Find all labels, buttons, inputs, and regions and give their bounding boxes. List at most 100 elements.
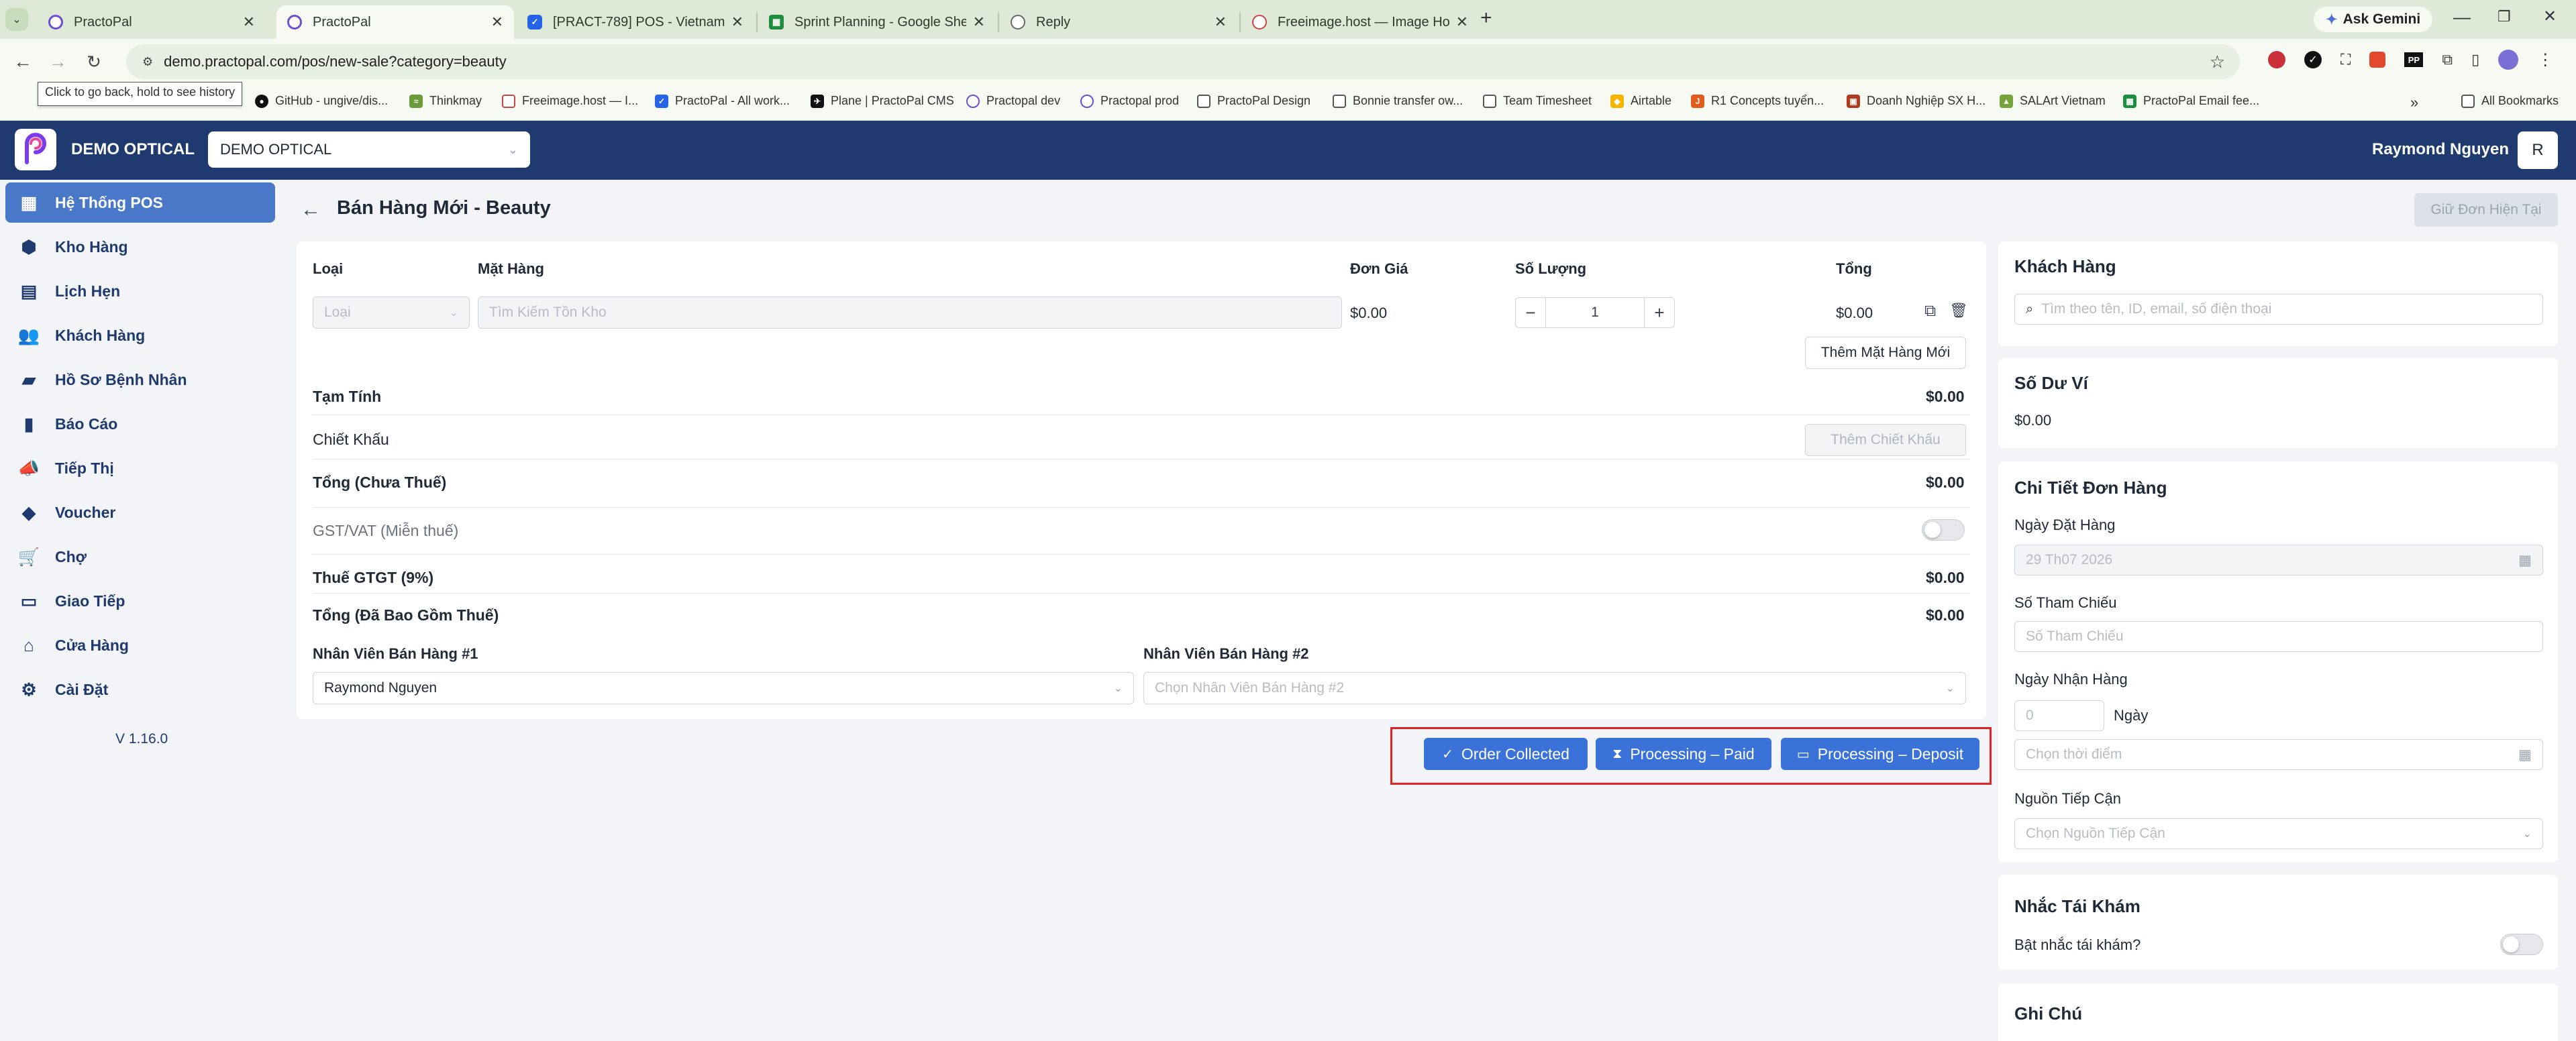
back-arrow-icon[interactable]: ← [9,48,36,75]
org-select[interactable]: DEMO OPTICAL ⌄ [208,131,530,168]
sidebar-item[interactable]: ▦ Hệ Thống POS [5,182,275,223]
back-arrow-icon[interactable]: ← [301,199,321,221]
sidebar-item[interactable]: ⬢ Kho Hàng [5,227,275,267]
sidebar-panel-icon[interactable]: ▯ [2471,51,2479,68]
sidebar-item[interactable]: ▰ Hồ Sơ Bệnh Nhân [5,360,275,400]
bookmark-item[interactable]: Practopal prod [1080,94,1179,108]
extension-flag-icon[interactable] [2369,52,2386,68]
close-tab-icon[interactable]: ✕ [491,13,503,31]
browser-tab[interactable]: PractoPal ✕ [38,5,266,39]
recall-toggle[interactable] [2500,934,2543,955]
profile-avatar-icon[interactable] [2498,50,2519,70]
order-collected-button[interactable]: ✓ Order Collected [1424,738,1588,770]
bookmark-item[interactable]: Freeimage.host — I... [502,94,638,108]
tab-title: Reply [1036,14,1071,30]
customer-search-input[interactable]: ⌕ Tìm theo tên, ID, email, số điện thoại [2014,294,2543,325]
processing-deposit-button[interactable]: ▭ Processing – Deposit [1781,738,1979,770]
browser-tab[interactable]: Reply ✕ [1000,5,1237,39]
close-window-icon[interactable]: ✕ [2543,7,2557,26]
avatar[interactable]: R [2518,131,2558,169]
quantity-decrement-button[interactable]: − [1515,297,1546,328]
type-select[interactable]: Loại ⌄ [313,296,470,329]
browser-tab[interactable]: ▦ Sprint Planning - Google Sheets ✕ [758,5,996,39]
staff1-select[interactable]: Raymond Nguyen ⌄ [313,672,1134,704]
bookmark-item[interactable]: J R1 Concepts tuyển... [1691,94,1824,108]
extensions-puzzle-icon[interactable]: ⧉ [2442,51,2453,68]
forward-arrow-icon[interactable]: → [44,48,71,75]
bookmark-item[interactable]: PractoPal Design [1197,94,1310,108]
extension-pp-icon[interactable]: PP [2404,52,2424,67]
sidebar-item[interactable]: ◆ Voucher [5,492,275,533]
browser-tab[interactable]: Freeimage.host — Image Hosting ✕ [1241,5,1479,39]
sidebar-item[interactable]: ⚙ Cài Đặt [5,669,275,710]
close-tab-icon[interactable]: ✕ [1456,13,1468,31]
subtotal-value: $0.00 [1926,388,1965,405]
site-info-icon[interactable]: ⚙ [142,55,153,69]
quantity-increment-button[interactable]: + [1644,297,1675,328]
extension-red-icon[interactable] [2268,51,2285,68]
bookmark-item[interactable]: ✓ PractoPal - All work... [655,94,790,108]
bookmark-item[interactable]: ● GitHub - ungive/dis... [255,94,388,108]
close-tab-icon[interactable]: ✕ [973,13,985,31]
add-discount-button[interactable]: Thêm Chiết Khấu [1805,424,1966,456]
inventory-search-input[interactable]: Tìm Kiếm Tồn Kho [478,296,1342,329]
sidebar-item[interactable]: 📣 Tiếp Thị [5,448,275,488]
tab-search-dropdown[interactable]: ⌄ [5,8,28,31]
sidebar-item[interactable]: ▭ Giao Tiếp [5,581,275,621]
quantity-input[interactable]: 1 [1545,297,1645,328]
sidebar-item[interactable]: ▮ Báo Cáo [5,404,275,444]
sidebar-item-label: Cửa Hàng [55,636,129,654]
hold-order-button[interactable]: Giữ Đơn Hiện Tại [2414,193,2558,227]
sidebar-item-label: Tiếp Thị [55,459,114,477]
practopal-icon [966,94,980,108]
reference-input[interactable]: Số Tham Chiếu [2014,621,2543,652]
receive-time-input[interactable]: Chọn thời điểm ▦ [2014,739,2543,770]
extension-screen-icon[interactable]: ⛶ [2340,51,2351,68]
address-bar[interactable]: ⚙ demo.practopal.com/pos/new-sale?catego… [126,44,2240,79]
browser-tab[interactable]: ✓ [PRACT-789] POS - Vietnamese ✕ [517,5,754,39]
bookmarks-overflow-icon[interactable]: » [2410,94,2418,111]
close-tab-icon[interactable]: ✕ [243,13,255,31]
staff2-select[interactable]: Chọn Nhân Viên Bán Hàng #2 ⌄ [1143,672,1966,704]
source-select[interactable]: Chọn Nguồn Tiếp Cận ⌄ [2014,818,2543,849]
subtotal-label: Tạm Tính [313,388,382,405]
ask-gemini-button[interactable]: ✦ Ask Gemini [2314,7,2433,32]
close-tab-icon[interactable]: ✕ [1215,13,1227,31]
bookmark-item[interactable]: Bonnie transfer ow... [1333,94,1463,108]
jira-icon: ✓ [655,94,668,108]
chrome-menu-icon[interactable]: ⋮ [2537,50,2553,70]
bookmark-item[interactable]: ▣ Doanh Nghiệp SX H... [1847,94,1986,108]
plane-icon: ✈ [811,94,824,108]
bookmark-item[interactable]: ▦ PractoPal Email fee... [2123,94,2259,108]
bookmark-item[interactable]: ≈ Thinkmay [409,94,482,108]
customer-title: Khách Hàng [2014,256,2116,276]
sidebar-item-label: Hệ Thống POS [55,193,163,211]
close-tab-icon[interactable]: ✕ [731,13,743,31]
sidebar-item[interactable]: ▤ Lịch Hẹn [5,271,275,311]
extension-check-icon[interactable]: ✓ [2304,51,2322,68]
new-tab-button[interactable]: + [1480,7,1492,30]
add-item-button[interactable]: Thêm Mặt Hàng Mới [1805,337,1966,369]
sidebar-item[interactable]: ⌂ Cửa Hàng [5,625,275,665]
bookmark-item[interactable]: Team Timesheet [1483,94,1592,108]
bookmark-item[interactable]: ◆ Airtable [1610,94,1671,108]
minimize-window-icon[interactable]: — [2453,7,2471,28]
bookmark-item[interactable]: Practopal dev [966,94,1060,108]
all-bookmarks-button[interactable]: All Bookmarks [2461,94,2559,108]
bookmark-item[interactable]: ✈ Plane | PractoPal CMS [811,94,954,108]
staff2-select-placeholder: Chọn Nhân Viên Bán Hàng #2 [1155,680,1345,696]
bookmark-star-icon[interactable]: ☆ [2210,52,2225,72]
restore-window-icon[interactable]: ❐ [2497,8,2511,25]
bookmark-item[interactable]: ▲ SALArt Vietnam [2000,94,2106,108]
copy-icon[interactable]: ⧉ [1924,302,1936,321]
practopal-logo[interactable] [15,129,56,170]
processing-paid-button[interactable]: ⧗ Processing – Paid [1596,738,1771,770]
sidebar-item[interactable]: 🛒 Chợ [5,537,275,577]
browser-tab-active[interactable]: PractoPal ✕ [276,5,514,39]
gst-exempt-toggle[interactable] [1922,519,1965,541]
reload-icon[interactable]: ↻ [81,48,107,75]
trash-icon[interactable]: 🗑 [1949,302,1968,319]
order-date-input[interactable]: 29 Th07 2026 ▦ [2014,545,2543,576]
sidebar-item[interactable]: 👥 Khách Hàng [5,315,275,355]
receive-days-input[interactable]: 0 [2014,700,2104,731]
